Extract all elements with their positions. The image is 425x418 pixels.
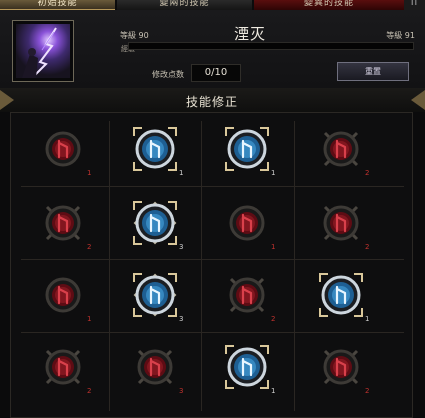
current-level: 等級 90 [120,31,149,40]
rune-node-locked-icon[interactable] [318,200,364,246]
rune-rank: 1 [271,169,276,177]
grid-divider [109,121,110,411]
rune-node-locked-icon[interactable] [224,200,270,246]
skill-name: 湮灭 [233,25,267,43]
rune-node-active-icon[interactable] [318,272,364,318]
modify-points-value: 0/10 [191,64,241,82]
modifier-grid: 1 1 1 2 2 3 1 2 1 3 2 1 2 3 1 2 [10,112,413,418]
rune-rank: 2 [87,387,92,395]
rune-rank: 3 [179,243,184,251]
grid-divider [21,259,404,260]
rune-node-active-icon[interactable] [132,126,178,172]
tab-variant-skill-b[interactable]: 變異的技能 [254,0,404,10]
skill-portrait-icon [16,24,70,78]
skill-tabs: 初始技能 變兩的技能 變異的技能 II [0,0,425,10]
exp-bar [128,42,414,50]
grid-divider [21,186,404,187]
rune-node-active-icon[interactable] [132,272,178,318]
skill-header: 湮灭 等級 90 等級 91 經驗 修改点数 0/10 重置 [0,10,425,88]
rune-node-active-icon[interactable] [224,126,270,172]
modify-points-label: 修改点数 [152,70,184,79]
rune-node-locked-icon[interactable] [318,126,364,172]
rune-rank: 2 [365,169,370,177]
rune-rank: 1 [179,169,184,177]
reset-button[interactable]: 重置 [337,62,409,81]
rune-node-locked-icon[interactable] [40,126,86,172]
next-level: 等級 91 [386,31,415,40]
rune-node-active-icon[interactable] [132,200,178,246]
rune-rank: 3 [179,387,184,395]
ornament-right-icon [411,90,425,110]
rune-node-locked-icon[interactable] [318,344,364,390]
tab-more[interactable]: II [404,0,425,10]
rune-rank: 1 [87,169,92,177]
tab-initial-skill[interactable]: 初始技能 [0,0,115,10]
rune-node-locked-icon[interactable] [40,272,86,318]
rune-rank: 2 [365,243,370,251]
rune-rank: 1 [271,243,276,251]
tab-variant-skill-a[interactable]: 變兩的技能 [117,0,252,10]
rune-node-locked-icon[interactable] [132,344,178,390]
section-title: 技能修正 [185,95,239,109]
rune-node-locked-icon[interactable] [224,272,270,318]
rune-node-active-icon[interactable] [224,344,270,390]
rune-rank: 1 [365,315,370,323]
rune-rank: 1 [271,387,276,395]
grid-divider [201,121,202,411]
grid-divider [294,121,295,411]
rune-node-locked-icon[interactable] [40,344,86,390]
grid-divider [21,332,404,333]
rune-node-locked-icon[interactable] [40,200,86,246]
rune-rank: 2 [271,315,276,323]
skill-icon-frame [12,20,74,82]
rune-rank: 2 [87,243,92,251]
rune-rank: 3 [179,315,184,323]
modifier-section-header: 技能修正 [0,88,425,112]
ornament-left-icon [0,90,14,110]
rune-rank: 2 [365,387,370,395]
rune-rank: 1 [87,315,92,323]
